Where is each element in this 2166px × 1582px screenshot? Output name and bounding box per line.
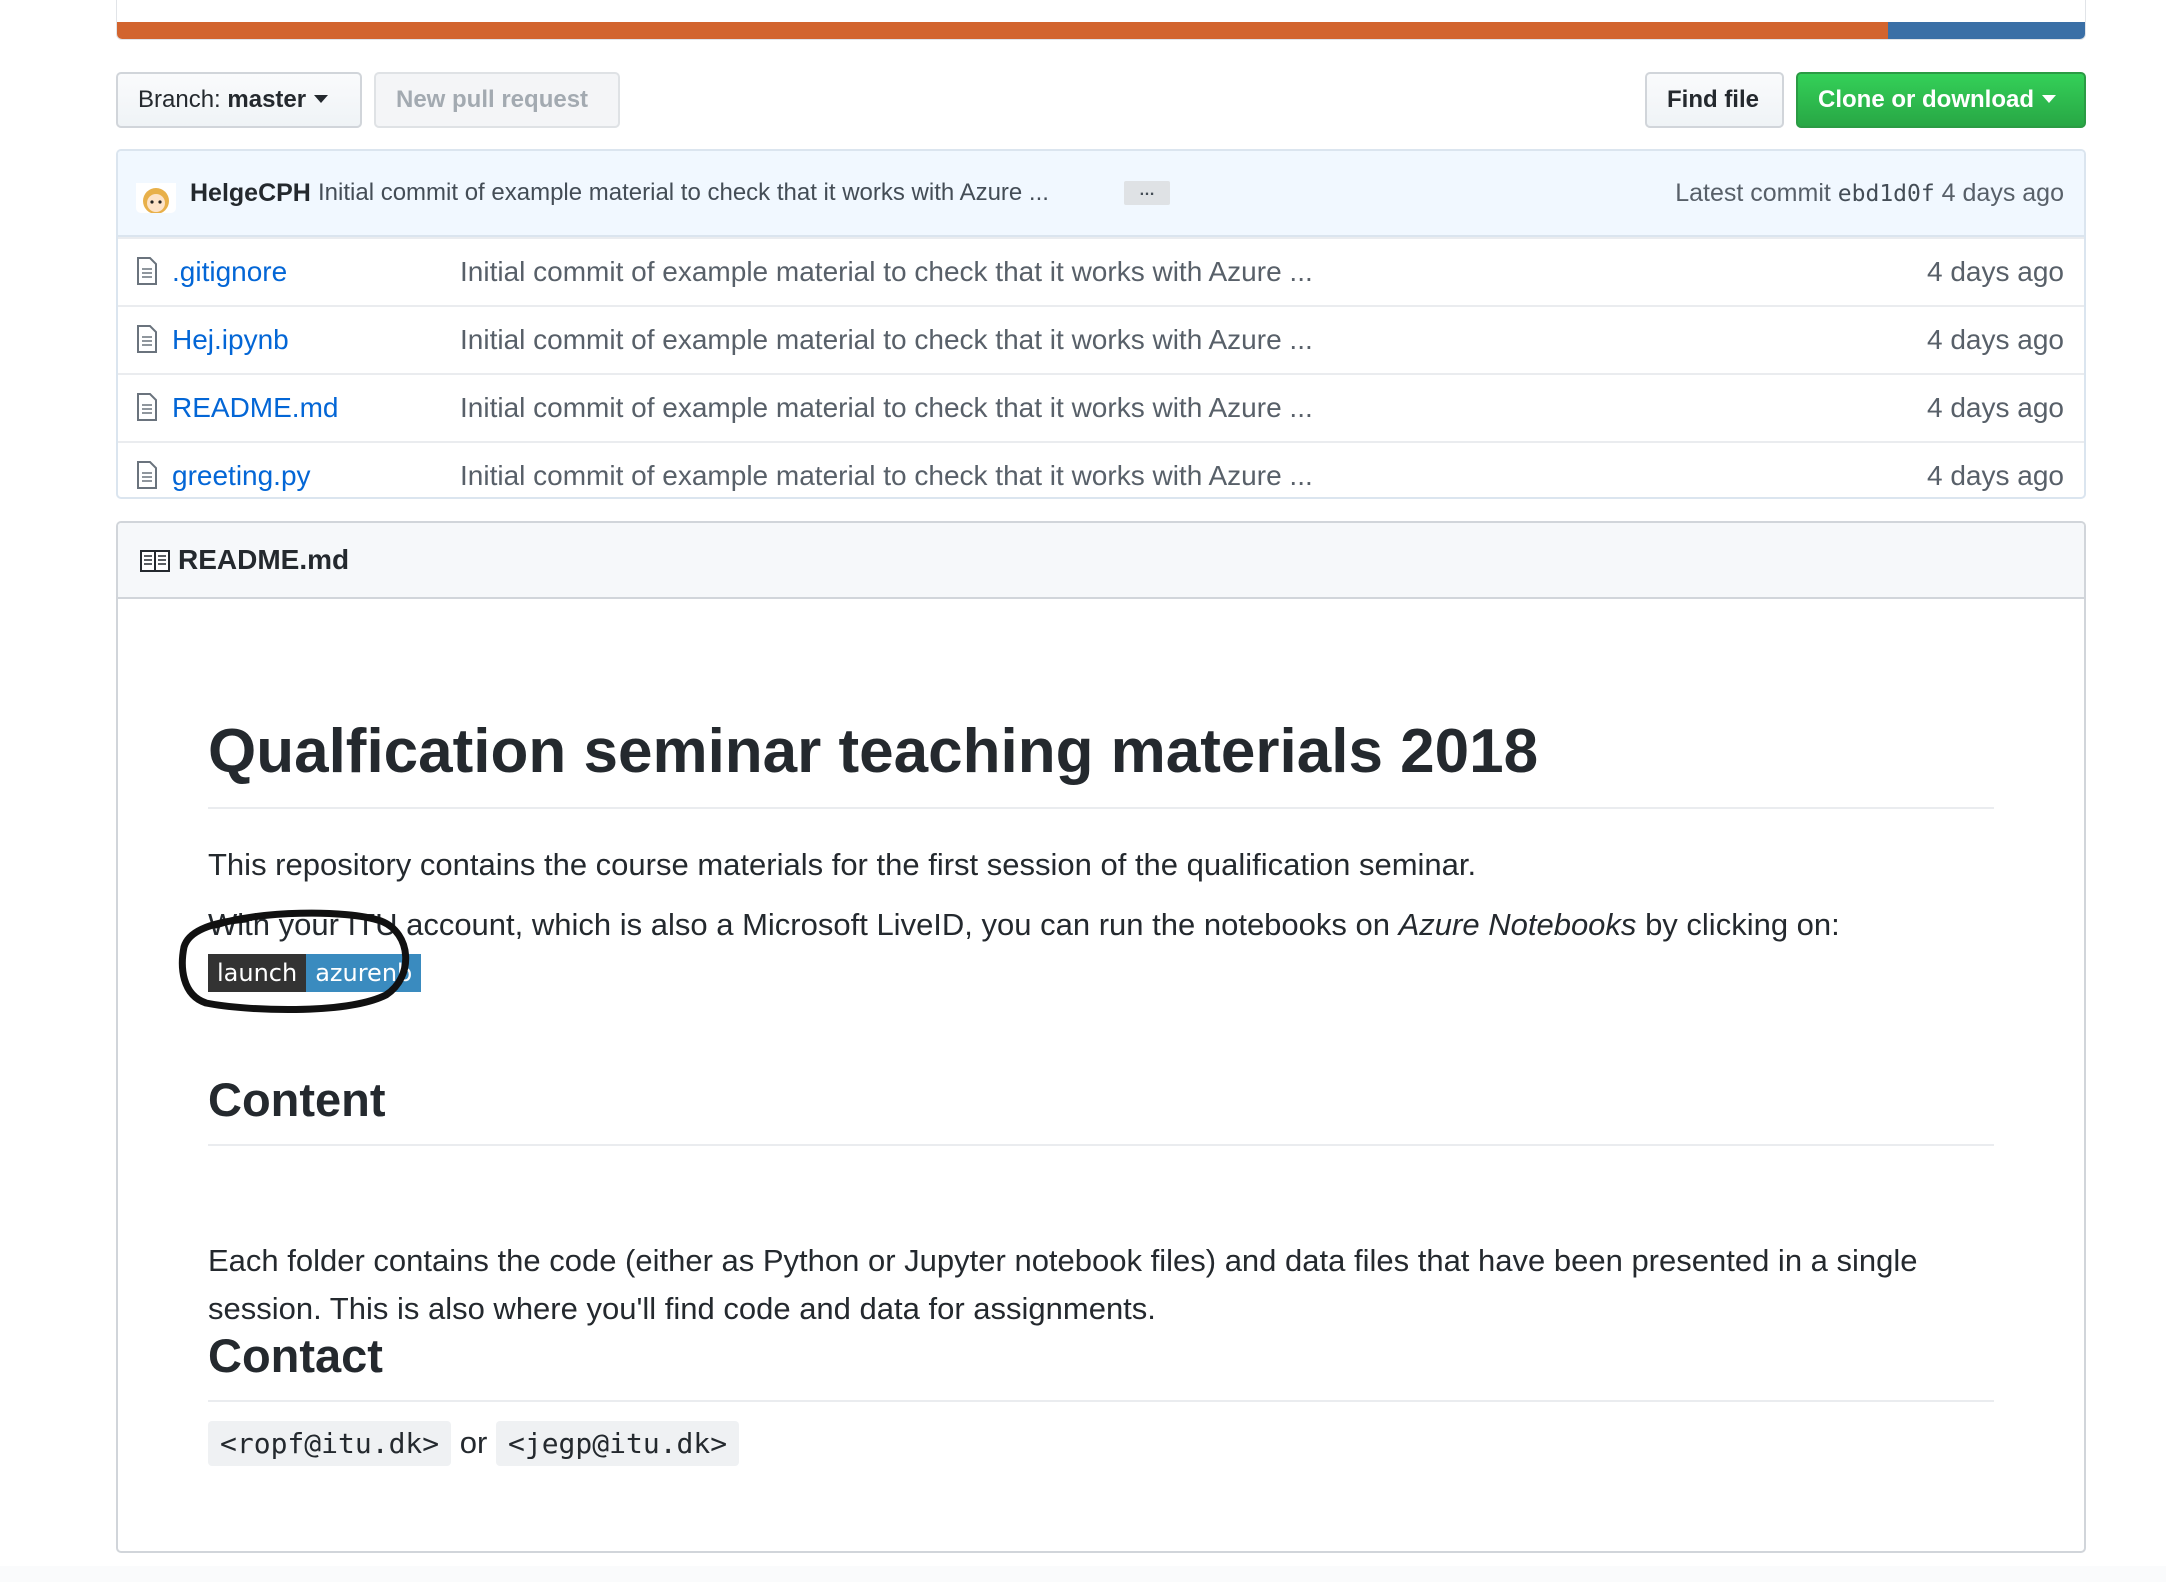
azure-text-post: by clicking on: [1645,907,1840,942]
azure-paragraph: With your ITU account, which is also a M… [208,901,1994,949]
file-name-link[interactable]: README.md [172,375,338,441]
expand-commit-button[interactable]: … [1124,181,1170,205]
file-name-link[interactable]: greeting.py [172,443,311,497]
launch-azurenb-badge[interactable]: launch azurenb [208,954,422,992]
azure-text-pre: With your ITU account, which is also a M… [208,907,1390,942]
contact-email-1: <ropf@itu.dk> [208,1421,452,1466]
file-age: 4 days ago [1927,324,2064,355]
latest-commit-label: Latest commit [1675,179,1831,207]
dropdown-caret-icon [314,95,329,103]
contact-or: or [459,1425,488,1460]
azure-notebooks-text: Azure Notebooks [1398,907,1637,942]
file-name-link[interactable]: .gitignore [172,239,287,305]
contact-paragraph: <ropf@itu.dk> or <jegp@itu.dk> [208,1419,1994,1468]
page-bottom-strip [0,1566,2166,1582]
language-segment-jupyter [117,0,1889,39]
file-icon [137,257,157,285]
clone-or-download-button[interactable]: Clone or download [1796,72,2086,128]
file-row: greeting.py Initial commit of example ma… [118,441,2084,497]
file-age: 4 days ago [1927,392,2064,423]
new-pull-request-button[interactable]: New pull request [374,72,620,128]
branch-prefix: Branch: [138,86,221,113]
file-commit-message-link[interactable]: Initial commit of example material to ch… [460,307,1313,373]
file-row: .gitignore Initial commit of example mat… [118,237,2084,305]
clone-label: Clone or download [1818,86,2034,113]
language-bar[interactable] [116,0,2086,40]
book-icon [140,550,170,572]
file-icon [137,393,157,421]
file-name-link[interactable]: Hej.ipynb [172,307,289,373]
contact-heading: Contact [208,1328,1994,1402]
file-commit-message-link[interactable]: Initial commit of example material to ch… [460,239,1313,305]
branch-select-button[interactable]: Branch: master [116,72,362,128]
file-navigation-toolbar: Branch: master New pull request Find fil… [116,72,2086,130]
dropdown-caret-icon [2042,95,2056,103]
content-heading: Content [208,1072,1994,1146]
latest-commit-info: Latest commit ebd1d0f 4 days ago [1675,151,2064,236]
file-commit-message-link[interactable]: Initial commit of example material to ch… [460,443,1313,497]
file-listing: HelgeCPH Initial commit of example mater… [116,149,2086,499]
file-row: Hej.ipynb Initial commit of example mate… [118,305,2084,373]
author-avatar[interactable] [136,173,176,213]
commit-sha-link[interactable]: ebd1d0f [1838,181,1935,207]
file-row: README.md Initial commit of example mate… [118,373,2084,441]
badge-left-label: launch [208,954,307,992]
contact-email-2: <jegp@itu.dk> [495,1421,740,1466]
file-commit-message-link[interactable]: Initial commit of example material to ch… [460,375,1313,441]
file-icon [137,325,157,353]
intro-paragraph: This repository contains the course mate… [208,847,1477,882]
readme-header: README.md [118,523,2084,599]
file-age: 4 days ago [1927,460,2064,491]
content-paragraph: Each folder contains the code (either as… [208,1243,1918,1326]
file-icon [137,461,157,489]
readme-filename[interactable]: README.md [178,523,349,597]
readme-title: Qualfication seminar teaching materials … [208,717,1994,809]
readme-box: README.md Qualfication seminar teaching … [116,521,2086,1553]
latest-commit-bar: HelgeCPH Initial commit of example mater… [118,151,2084,237]
commit-author-link[interactable]: HelgeCPH [190,151,311,235]
badge-right-label: azurenb [306,954,422,992]
branch-name: master [227,86,307,113]
file-age: 4 days ago [1927,256,2064,287]
commit-age: 4 days ago [1941,179,2064,207]
language-segment-python [1888,0,2085,39]
commit-message-link[interactable]: Initial commit of example material to ch… [318,151,1049,235]
find-file-button[interactable]: Find file [1645,72,1784,128]
